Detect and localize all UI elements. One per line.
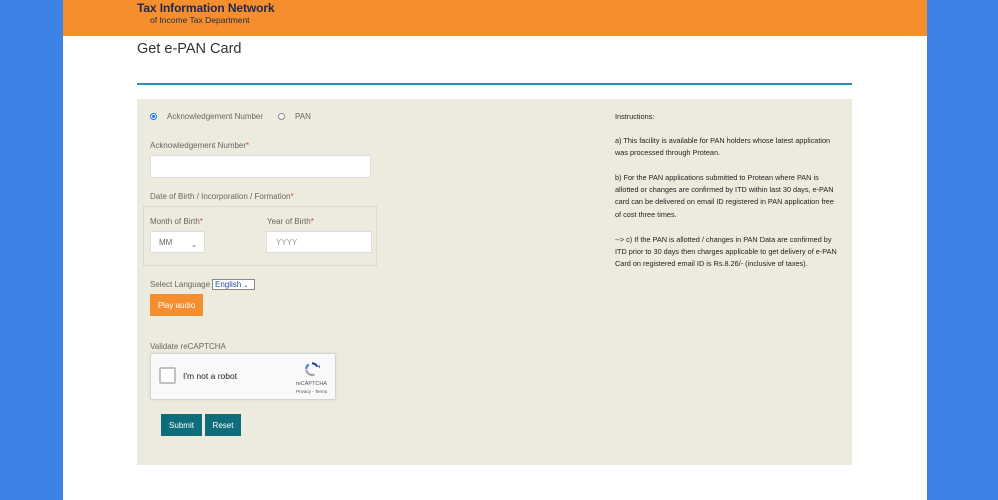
radio-acknowledgement-label[interactable]: Acknowledgement Number <box>167 112 263 121</box>
year-input[interactable]: YYYY <box>266 231 372 253</box>
language-label: Select Language <box>150 280 211 289</box>
recaptcha-checkbox-text: I'm not a robot <box>183 371 238 381</box>
instructions-heading: Instructions: <box>615 112 655 121</box>
captcha-label: Validate reCAPTCHA <box>150 342 226 351</box>
header-bar: Tax Information Network of Income Tax De… <box>63 0 927 36</box>
recaptcha-widget: I'm not a robot reCAPTCHA Privacy - Term… <box>150 353 336 400</box>
instruction-c: --> c) If the PAN is allotted / changes … <box>615 235 837 269</box>
reset-button[interactable]: Reset <box>205 414 241 436</box>
instruction-a: a) This facility is available for PAN ho… <box>615 136 831 158</box>
submit-button[interactable]: Submit <box>161 414 202 436</box>
chevron-down-icon: ⌄ <box>191 242 197 249</box>
ack-number-input[interactable] <box>150 155 371 178</box>
chevron-down-icon: ⌄ <box>243 283 249 289</box>
play-audio-button[interactable]: Play audio <box>150 294 203 316</box>
title-divider <box>137 83 852 85</box>
month-label: Month of Birth* <box>150 217 203 226</box>
instruction-b: b) For the PAN applications submitted to… <box>615 173 834 219</box>
month-select-value: MM <box>159 237 173 247</box>
radio-pan[interactable] <box>278 113 285 120</box>
language-select[interactable]: English ⌄ <box>212 279 255 290</box>
dob-label: Date of Birth / Incorporation / Formatio… <box>150 192 294 201</box>
brand-logo[interactable]: Tax Information Network of Income Tax De… <box>137 1 275 25</box>
recaptcha-privacy-terms[interactable]: Privacy - Terms <box>296 389 327 394</box>
recaptcha-logo-icon <box>305 362 320 377</box>
brand-subtitle: of Income Tax Department <box>150 15 250 25</box>
language-select-value: English <box>215 280 242 289</box>
recaptcha-brand: reCAPTCHA <box>295 381 327 387</box>
radio-acknowledgement[interactable] <box>150 113 157 120</box>
ack-number-label: Acknowledgement Number* <box>150 141 250 150</box>
dob-group: Month of Birth* MM ⌄ Year of Birth* YYYY <box>143 206 377 266</box>
year-label: Year of Birth* <box>267 217 314 226</box>
month-select[interactable]: MM ⌄ <box>150 231 205 253</box>
recaptcha-checkbox[interactable] <box>159 367 176 384</box>
form-panel: Acknowledgement Number PAN Acknowledgeme… <box>137 99 852 465</box>
radio-pan-label[interactable]: PAN <box>295 112 311 121</box>
brand-title: Tax Information Network <box>137 1 275 15</box>
page-title: Get e-PAN Card <box>137 41 242 57</box>
page-container: Tax Information Network of Income Tax De… <box>63 0 927 500</box>
